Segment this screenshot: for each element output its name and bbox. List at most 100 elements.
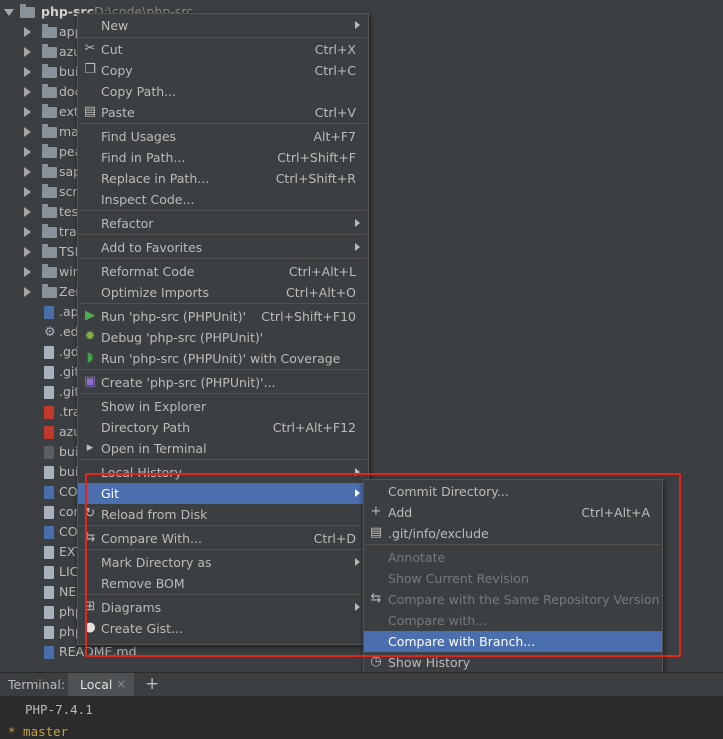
- chevron-right-icon[interactable]: [24, 207, 31, 217]
- context-menu-item-git[interactable]: Git: [78, 483, 368, 504]
- context-menu-item-find-in-path[interactable]: Find in Path... Ctrl+Shift+F: [78, 147, 368, 168]
- tree-folder-row[interactable]: ma: [0, 122, 80, 142]
- context-menu-item-local-history[interactable]: Local History: [78, 462, 368, 483]
- tree-folder-row[interactable]: azu: [0, 42, 81, 62]
- tree-folder-row[interactable]: trav: [0, 222, 84, 242]
- git-menu-item-git-info-exclude[interactable]: ▤ .git/info/exclude: [364, 523, 662, 544]
- git-menu-item-compare-with[interactable]: Compare with...: [364, 610, 662, 631]
- git-menu-item-label: Commit Directory...: [388, 484, 509, 499]
- context-menu-item-icon: ▶: [85, 308, 95, 323]
- tree-folder-row[interactable]: tes: [0, 202, 80, 222]
- chevron-right-icon[interactable]: [24, 27, 31, 37]
- chevron-down-icon[interactable]: [4, 9, 14, 16]
- terminal-output[interactable]: PHP-7.4.1 * master: [0, 696, 723, 739]
- context-menu-item-copy[interactable]: ❐ Copy Ctrl+C: [78, 60, 368, 81]
- context-menu-item-label: Cut: [101, 42, 123, 57]
- folder-icon: [42, 24, 57, 38]
- chevron-right-icon[interactable]: [24, 107, 31, 117]
- context-menu-item-reformat-code[interactable]: Reformat Code Ctrl+Alt+L: [78, 261, 368, 282]
- tree-file-label: cor: [59, 504, 79, 519]
- tree-folder-label: scr: [59, 184, 78, 199]
- context-menu-item-run-php-src-phpunit-with-coverage[interactable]: ◗ Run 'php-src (PHPUnit)' with Coverage: [78, 348, 368, 369]
- context-menu-item-mark-directory-as[interactable]: Mark Directory as: [78, 552, 368, 573]
- context-menu-item-label: Run 'php-src (PHPUnit)' with Coverage: [101, 351, 341, 366]
- tree-folder-row[interactable]: doc: [0, 82, 81, 102]
- chevron-right-icon[interactable]: [24, 87, 31, 97]
- context-menu-item-show-in-explorer[interactable]: Show in Explorer: [78, 396, 368, 417]
- chevron-right-icon[interactable]: [24, 247, 31, 257]
- context-menu-item-cut[interactable]: ✂ Cut Ctrl+X: [78, 39, 368, 60]
- git-menu-item-show-history[interactable]: ◷ Show History: [364, 652, 662, 673]
- tree-folder-row[interactable]: pea: [0, 142, 82, 162]
- git-menu-item-commit-directory[interactable]: Commit Directory...: [364, 481, 662, 502]
- tree-folder-row[interactable]: sap: [0, 162, 81, 182]
- chevron-right-icon[interactable]: [24, 147, 31, 157]
- tree-folder-row[interactable]: scr: [0, 182, 80, 202]
- context-menu-item-label: Remove BOM: [101, 576, 185, 591]
- folder-icon: [42, 184, 57, 198]
- context-menu-item-new[interactable]: New: [78, 15, 368, 36]
- git-menu-item-label: Compare with Branch...: [388, 634, 536, 649]
- tree-folder-row[interactable]: app: [0, 22, 83, 42]
- chevron-right-icon[interactable]: [24, 287, 31, 297]
- git-menu-item-annotate[interactable]: Annotate: [364, 547, 662, 568]
- tree-folder-row[interactable]: TSR: [0, 242, 83, 262]
- folder-icon: [42, 244, 57, 258]
- tree-folder-row[interactable]: bui: [0, 62, 80, 82]
- file-icon: [44, 306, 54, 319]
- chevron-right-icon[interactable]: [24, 167, 31, 177]
- close-icon[interactable]: ×: [116, 676, 126, 691]
- tree-folder-row[interactable]: Zer: [0, 282, 80, 302]
- chevron-right-icon[interactable]: [24, 127, 31, 137]
- tree-file-row[interactable]: README.md: [0, 642, 140, 662]
- terminal-tab-local[interactable]: Local ×: [68, 673, 134, 697]
- context-menu-item-diagrams[interactable]: ⊞ Diagrams: [78, 597, 368, 618]
- context-menu-item-replace-in-path[interactable]: Replace in Path... Ctrl+Shift+R: [78, 168, 368, 189]
- context-menu-item-create-php-src-phpunit[interactable]: ▣ Create 'php-src (PHPUnit)'...: [78, 372, 368, 393]
- context-menu-item-compare-with[interactable]: ⇆ Compare With... Ctrl+D: [78, 528, 368, 549]
- git-menu-item-icon: ▤: [369, 525, 383, 540]
- folder-icon: [42, 164, 57, 178]
- context-menu-item-reload-from-disk[interactable]: ↻ Reload from Disk: [78, 504, 368, 525]
- context-menu-item-directory-path[interactable]: Directory Path Ctrl+Alt+F12: [78, 417, 368, 438]
- tree-folder-row[interactable]: ext: [0, 102, 80, 122]
- file-icon: [44, 506, 54, 519]
- context-menu-item-open-in-terminal[interactable]: ▸ Open in Terminal: [78, 438, 368, 459]
- chevron-right-icon[interactable]: [24, 47, 31, 57]
- context-menu-item-copy-path[interactable]: Copy Path...: [78, 81, 368, 102]
- tree-folder-label: ma: [59, 124, 79, 139]
- context-menu-item-debug-php-src-phpunit[interactable]: ✹ Debug 'php-src (PHPUnit)': [78, 327, 368, 348]
- context-menu-item-inspect-code[interactable]: Inspect Code...: [78, 189, 368, 210]
- context-menu-separator: [79, 594, 367, 595]
- context-menu-item-shortcut: Alt+F7: [313, 129, 356, 144]
- context-menu-item-optimize-imports[interactable]: Optimize Imports Ctrl+Alt+O: [78, 282, 368, 303]
- context-menu-item-label: Optimize Imports: [101, 285, 210, 300]
- context-menu-item-create-gist[interactable]: ● Create Gist...: [78, 618, 368, 639]
- context-menu-item-add-to-favorites[interactable]: Add to Favorites: [78, 237, 368, 258]
- chevron-right-icon[interactable]: [24, 67, 31, 77]
- add-tab-icon[interactable]: +: [145, 674, 159, 694]
- context-menu-item-label: New: [101, 18, 129, 33]
- tree-folder-row[interactable]: win: [0, 262, 81, 282]
- file-icon: [44, 366, 54, 379]
- context-menu-item-refactor[interactable]: Refactor: [78, 213, 368, 234]
- tree-file-label: CO: [59, 484, 78, 499]
- context-menu-item-paste[interactable]: ▤ Paste Ctrl+V: [78, 102, 368, 123]
- context-menu-item-icon: ✹: [84, 329, 96, 344]
- context-menu-item-shortcut: Ctrl+C: [314, 63, 356, 78]
- context-menu-item-find-usages[interactable]: Find Usages Alt+F7: [78, 126, 368, 147]
- context-menu: New ✂ Cut Ctrl+X ❐ Copy Ctrl+C Copy Path... ▤ Pas…: [77, 13, 369, 645]
- git-menu-item-icon: +: [370, 504, 382, 519]
- chevron-right-icon[interactable]: [24, 267, 31, 277]
- git-menu-item-compare-with-the-same-repository-version[interactable]: ⇆ Compare with the Same Repository Versio…: [364, 589, 662, 610]
- chevron-right-icon[interactable]: [24, 187, 31, 197]
- git-menu-item-add[interactable]: + Add Ctrl+Alt+A: [364, 502, 662, 523]
- git-menu-item-show-current-revision[interactable]: Show Current Revision: [364, 568, 662, 589]
- context-menu-item-shortcut: Ctrl+D: [313, 531, 356, 546]
- chevron-right-icon[interactable]: [24, 227, 31, 237]
- context-menu-item-label: Git: [101, 486, 120, 501]
- context-menu-item-run-php-src-phpunit[interactable]: ▶ Run 'php-src (PHPUnit)' Ctrl+Shift+F10: [78, 306, 368, 327]
- git-menu-item-compare-with-branch[interactable]: Compare with Branch...: [364, 631, 662, 652]
- context-menu-item-icon: ⇆: [84, 530, 96, 545]
- context-menu-item-remove-bom[interactable]: Remove BOM: [78, 573, 368, 594]
